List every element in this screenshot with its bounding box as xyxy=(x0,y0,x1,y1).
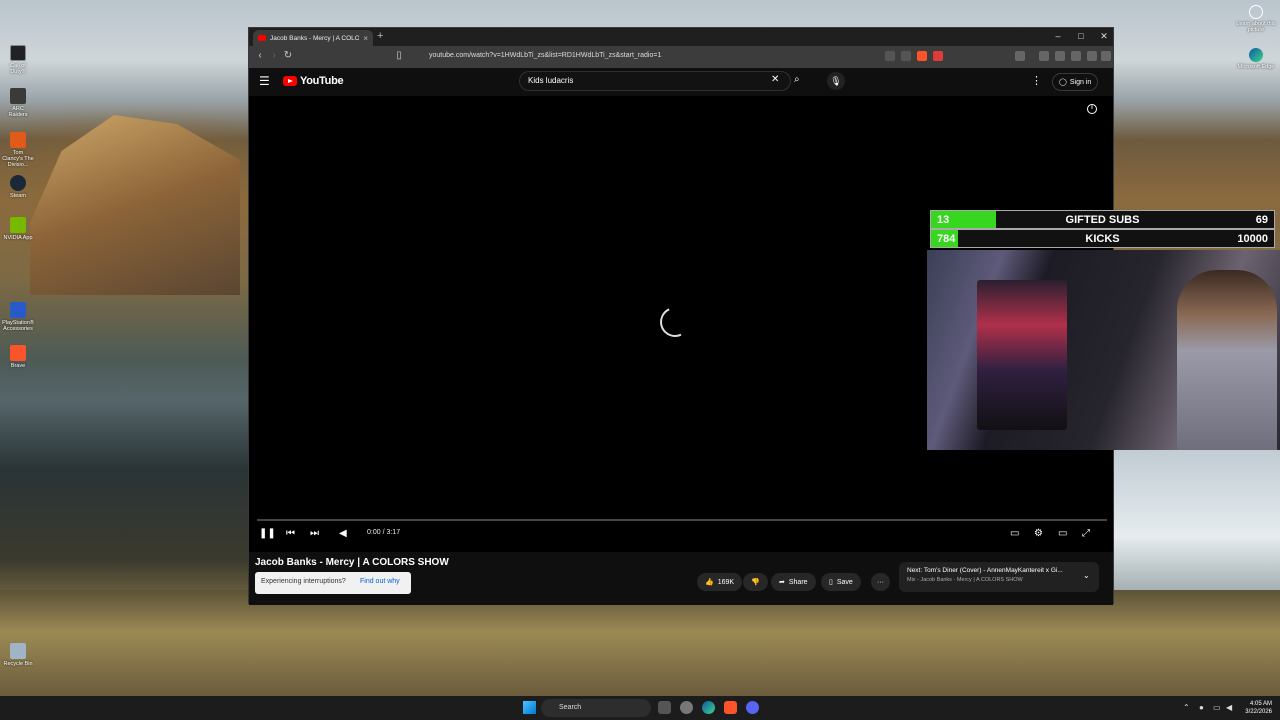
sea xyxy=(1110,440,1280,600)
maximize-icon[interactable]: □ xyxy=(1074,31,1088,41)
time-display: 0:00 / 3:17 xyxy=(367,529,401,536)
desktop-icon-recycle-bin[interactable]: Recycle Bin xyxy=(2,643,34,667)
vpn-icon[interactable] xyxy=(1087,51,1097,61)
network-icon[interactable]: ▭ xyxy=(1213,703,1221,712)
tray-chevron-icon[interactable]: ⌃ xyxy=(1183,703,1190,712)
task-view-icon[interactable] xyxy=(658,701,671,714)
interruption-text: Experiencing interruptions? xyxy=(261,578,346,585)
like-button[interactable]: 👍 169K xyxy=(697,573,743,591)
browser-tab[interactable]: Jacob Banks - Mercy | A COLORS × xyxy=(253,30,373,46)
theater-mode-icon[interactable]: ▭ xyxy=(1058,528,1067,539)
share-button[interactable]: ➦ Share xyxy=(771,573,816,591)
pause-icon[interactable]: ❚❚ xyxy=(259,528,276,539)
close-window-icon[interactable]: ✕ xyxy=(1097,31,1111,42)
thumbs-down-icon: 👎 xyxy=(751,579,760,586)
gifted-subs-goal: 13 GIFTED SUBS 69 xyxy=(930,210,1275,229)
panel-icon[interactable] xyxy=(1039,51,1049,61)
mic-tray-icon[interactable]: ● xyxy=(1199,703,1204,712)
tab-strip: Jacob Banks - Mercy | A COLORS × + – □ ✕ xyxy=(249,28,1113,46)
url-text: youtube.com/watch?v=1HWdLbTi_zs&list=RD1… xyxy=(429,52,662,59)
thumbs-up-icon: 👍 xyxy=(705,579,714,586)
brave-rewards-icon[interactable] xyxy=(933,51,943,61)
cast-icon[interactable] xyxy=(885,51,895,61)
interruption-banner: Experiencing interruptions? Find out why xyxy=(255,572,411,594)
bookmark-save-icon: ▯ xyxy=(829,579,833,586)
progress-bar[interactable] xyxy=(257,519,1107,521)
previous-icon[interactable]: ⏮ xyxy=(286,528,295,539)
kicks-goal: 784 KICKS 10000 xyxy=(930,229,1275,248)
browser-menu-icon[interactable] xyxy=(1101,51,1111,61)
find-out-why-link[interactable]: Find out why xyxy=(360,578,400,585)
desktop-icon-brave[interactable]: Brave xyxy=(2,345,34,369)
save-button[interactable]: ▯ Save xyxy=(821,573,861,591)
system-clock[interactable]: 4:05 AM 3/22/2026 xyxy=(1236,700,1272,716)
desktop-icon-nvidia[interactable]: NVIDIA App xyxy=(2,217,34,241)
loading-spinner-icon xyxy=(655,302,695,342)
more-actions-button[interactable]: ··· xyxy=(871,573,890,591)
tab-title: Jacob Banks - Mercy | A COLORS xyxy=(270,34,360,42)
desktop-icon-edge[interactable]: Microsoft Edge xyxy=(1236,48,1276,70)
wallet-icon[interactable] xyxy=(1055,51,1065,61)
desktop-icon-call-of-duty[interactable]: Call of Duty® xyxy=(2,45,34,75)
player-controls: ❚❚ ⏮ ⏭ ◀ 0:00 / 3:17 ▭ ⚙ ▭ ⤢ xyxy=(249,524,1113,544)
sign-in-button[interactable]: ◯ Sign in xyxy=(1052,73,1099,91)
new-tab-icon[interactable]: + xyxy=(377,30,383,42)
sidebar-icon[interactable] xyxy=(1015,51,1025,61)
next-video-subtitle: Mix - Jacob Banks - Mercy | A COLORS SHO… xyxy=(907,577,1023,583)
video-title: Jacob Banks - Mercy | A COLORS SHOW xyxy=(255,557,449,568)
next-video-card[interactable]: Next: Tom's Diner (Cover) - AnnenMayKant… xyxy=(899,562,1099,592)
desktop-icon-division[interactable]: Tom Clancy's The Divisio... xyxy=(2,132,34,168)
share-icon: ➦ xyxy=(779,579,785,586)
mountain xyxy=(30,115,240,295)
youtube-header: ☰ YouTube Kids ludacris ✕ ⌕ 🎙 ⋮ ◯ Sign i… xyxy=(249,68,1113,96)
windows-start-icon[interactable] xyxy=(523,701,536,714)
extensions-icon[interactable] xyxy=(1071,51,1081,61)
next-video-title: Next: Tom's Diner (Cover) - AnnenMayKant… xyxy=(907,567,1063,574)
youtube-favicon-icon xyxy=(258,35,266,41)
user-icon: ◯ xyxy=(1059,79,1067,86)
speaker-icon[interactable]: ◀ xyxy=(1226,703,1232,712)
desktop-icon-learn-picture[interactable]: Learn about this picture xyxy=(1236,5,1276,33)
streamer xyxy=(1177,270,1277,450)
more-options-icon[interactable]: ⋮ xyxy=(1031,74,1042,87)
navigation-bar: ‹ › ↻ ▯ youtube.com/watch?v=1HWdLbTi_zs&… xyxy=(249,46,1113,68)
desktop-icon-steam[interactable]: Steam xyxy=(2,175,34,199)
close-tab-icon[interactable]: × xyxy=(363,34,368,43)
fullscreen-icon[interactable]: ⤢ xyxy=(1082,528,1090,539)
app-icon[interactable] xyxy=(680,701,693,714)
clear-search-icon[interactable]: ✕ xyxy=(771,74,779,85)
edge-taskbar-icon[interactable] xyxy=(702,701,715,714)
search-input[interactable]: Kids ludacris xyxy=(519,71,791,91)
video-meta: Jacob Banks - Mercy | A COLORS SHOW Expe… xyxy=(249,552,1113,605)
volume-icon[interactable]: ◀ xyxy=(339,528,347,539)
youtube-logo[interactable]: YouTube xyxy=(283,75,344,87)
share-page-icon[interactable] xyxy=(901,51,911,61)
taskbar: Search ⌃ ● ▭ ◀ 4:05 AM 3/22/2026 xyxy=(0,696,1280,720)
info-icon[interactable]: i xyxy=(1087,104,1097,114)
taskbar-search[interactable]: Search xyxy=(541,699,651,717)
youtube-play-icon xyxy=(283,76,297,86)
dislike-button[interactable]: 👎 xyxy=(743,573,768,591)
brave-taskbar-icon[interactable] xyxy=(724,701,737,714)
microphone-icon[interactable]: 🎙 xyxy=(827,72,845,90)
hamburger-menu-icon[interactable]: ☰ xyxy=(259,74,270,88)
grass-field xyxy=(0,590,1280,696)
discord-taskbar-icon[interactable] xyxy=(746,701,759,714)
desktop-icon-arc-raiders[interactable]: ARC Raiders xyxy=(2,88,34,118)
ellipsis-icon: ··· xyxy=(877,578,884,586)
reload-icon[interactable]: ↻ xyxy=(280,50,296,61)
desktop-icon-playstation[interactable]: PlayStation® Accessories xyxy=(2,302,34,332)
settings-gear-icon[interactable]: ⚙ xyxy=(1034,528,1043,539)
chevron-down-icon[interactable]: ⌄ xyxy=(1083,571,1090,580)
stream-goals-overlay: 13 GIFTED SUBS 69 784 KICKS 10000 xyxy=(930,210,1275,250)
brave-shields-icon[interactable] xyxy=(917,51,927,61)
webcam-overlay xyxy=(927,250,1280,450)
captions-icon[interactable]: ▭ xyxy=(1010,528,1019,539)
bookmark-icon[interactable]: ▯ xyxy=(391,50,407,61)
gaming-pc xyxy=(977,280,1067,430)
search-icon[interactable]: ⌕ xyxy=(794,74,800,85)
next-icon[interactable]: ⏭ xyxy=(310,528,319,539)
minimize-icon[interactable]: – xyxy=(1051,31,1065,41)
